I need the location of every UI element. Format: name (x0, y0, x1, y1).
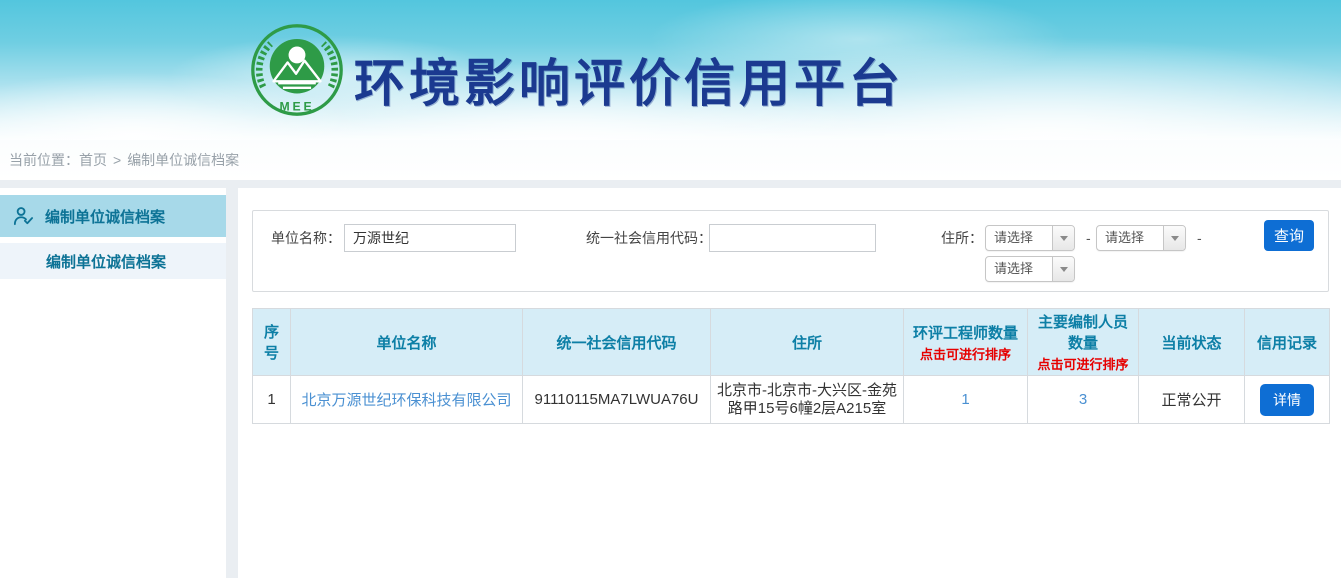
header-engineer-count-label: 环评工程师数量 (913, 325, 1018, 342)
cell-current-status: 正常公开 (1139, 376, 1245, 424)
cell-index: 1 (253, 376, 291, 424)
results-table: 序号 单位名称 统一社会信用代码 住所 环评工程师数量 点击可进行排序 主要编制… (252, 308, 1330, 424)
city-select-arrow-button[interactable] (1163, 226, 1185, 250)
address-dash-2: - (1197, 224, 1202, 252)
header-staff-count-sortable[interactable]: 主要编制人员数量 点击可进行排序 (1028, 309, 1139, 376)
sidebar-divider (226, 188, 238, 578)
engineer-count-link[interactable]: 1 (961, 391, 969, 408)
breadcrumb: 当前位置：首页 > 编制单位诚信档案 (0, 140, 1341, 180)
district-select-arrow-button[interactable] (1052, 257, 1074, 281)
logo-text: MEE (280, 99, 315, 113)
province-select-value: 请选择 (986, 226, 1052, 250)
credit-code-label: 统一社会信用代码： (586, 224, 712, 252)
city-select[interactable]: 请选择 (1096, 225, 1186, 251)
province-select[interactable]: 请选择 (985, 225, 1075, 251)
sidebar: 编制单位诚信档案 编制单位诚信档案 (0, 188, 226, 578)
district-select-value: 请选择 (986, 257, 1052, 281)
address-dash-1: - (1086, 224, 1091, 252)
mee-logo-icon: MEE (250, 23, 344, 117)
sort-hint: 点击可进行排序 (908, 344, 1023, 363)
header-engineer-count-sortable[interactable]: 环评工程师数量 点击可进行排序 (904, 309, 1028, 376)
sidebar-item-unit-credit-archive[interactable]: 编制单位诚信档案 (0, 195, 226, 237)
header-company-name: 单位名称 (291, 309, 523, 376)
chevron-down-icon (1171, 236, 1179, 241)
header-credit-record: 信用记录 (1245, 309, 1330, 376)
site-header: MEE 环境影响评价信用平台 (0, 0, 1341, 140)
chevron-down-icon (1060, 236, 1068, 241)
query-button[interactable]: 查询 (1264, 220, 1314, 251)
breadcrumb-current: 编制单位诚信档案 (127, 152, 239, 168)
sort-hint: 点击可进行排序 (1032, 354, 1134, 373)
header-current-status: 当前状态 (1139, 309, 1245, 376)
breadcrumb-home-link[interactable]: 首页 (79, 152, 107, 168)
person-check-icon (12, 205, 35, 228)
cell-credit-code: 91110115MA7LWUA76U (523, 376, 711, 424)
sidebar-subitem-label: 编制单位诚信档案 (46, 251, 166, 272)
district-select[interactable]: 请选择 (985, 256, 1075, 282)
content-area: 编制单位诚信档案 编制单位诚信档案 单位名称： 统一社会信用代码： 住所： 请选… (0, 188, 1341, 578)
header-credit-code: 统一社会信用代码 (523, 309, 711, 376)
sidebar-item-label: 编制单位诚信档案 (45, 206, 165, 227)
company-name-label: 单位名称： (271, 224, 341, 252)
table-row: 1 北京万源世纪环保科技有限公司 91110115MA7LWUA76U 北京市-… (253, 376, 1330, 424)
cell-address: 北京市-北京市-大兴区-金苑路甲15号6幢2层A215室 (711, 376, 904, 424)
header-address: 住所 (711, 309, 904, 376)
company-name-input[interactable] (344, 224, 516, 252)
divider (0, 180, 1341, 188)
detail-button[interactable]: 详情 (1260, 384, 1314, 416)
address-label: 住所： (941, 224, 983, 252)
city-select-value: 请选择 (1097, 226, 1163, 250)
breadcrumb-prefix: 当前位置： (9, 152, 79, 168)
page-title: 环境影响评价信用平台 (354, 42, 904, 116)
staff-count-link[interactable]: 3 (1079, 391, 1087, 408)
main-panel: 单位名称： 统一社会信用代码： 住所： 请选择 - 请选择 - 请选择 查询 (238, 188, 1341, 578)
search-form: 单位名称： 统一社会信用代码： 住所： 请选择 - 请选择 - 请选择 查询 (252, 210, 1329, 292)
header-staff-count-label: 主要编制人员数量 (1038, 314, 1128, 352)
chevron-down-icon (1060, 267, 1068, 272)
breadcrumb-separator: > (113, 152, 121, 168)
province-select-arrow-button[interactable] (1052, 226, 1074, 250)
header-index: 序号 (253, 309, 291, 376)
company-name-link[interactable]: 北京万源世纪环保科技有限公司 (301, 392, 511, 409)
table-header-row: 序号 单位名称 统一社会信用代码 住所 环评工程师数量 点击可进行排序 主要编制… (253, 309, 1330, 376)
sidebar-subitem-unit-credit-archive[interactable]: 编制单位诚信档案 (0, 243, 226, 279)
credit-code-input[interactable] (709, 224, 876, 252)
